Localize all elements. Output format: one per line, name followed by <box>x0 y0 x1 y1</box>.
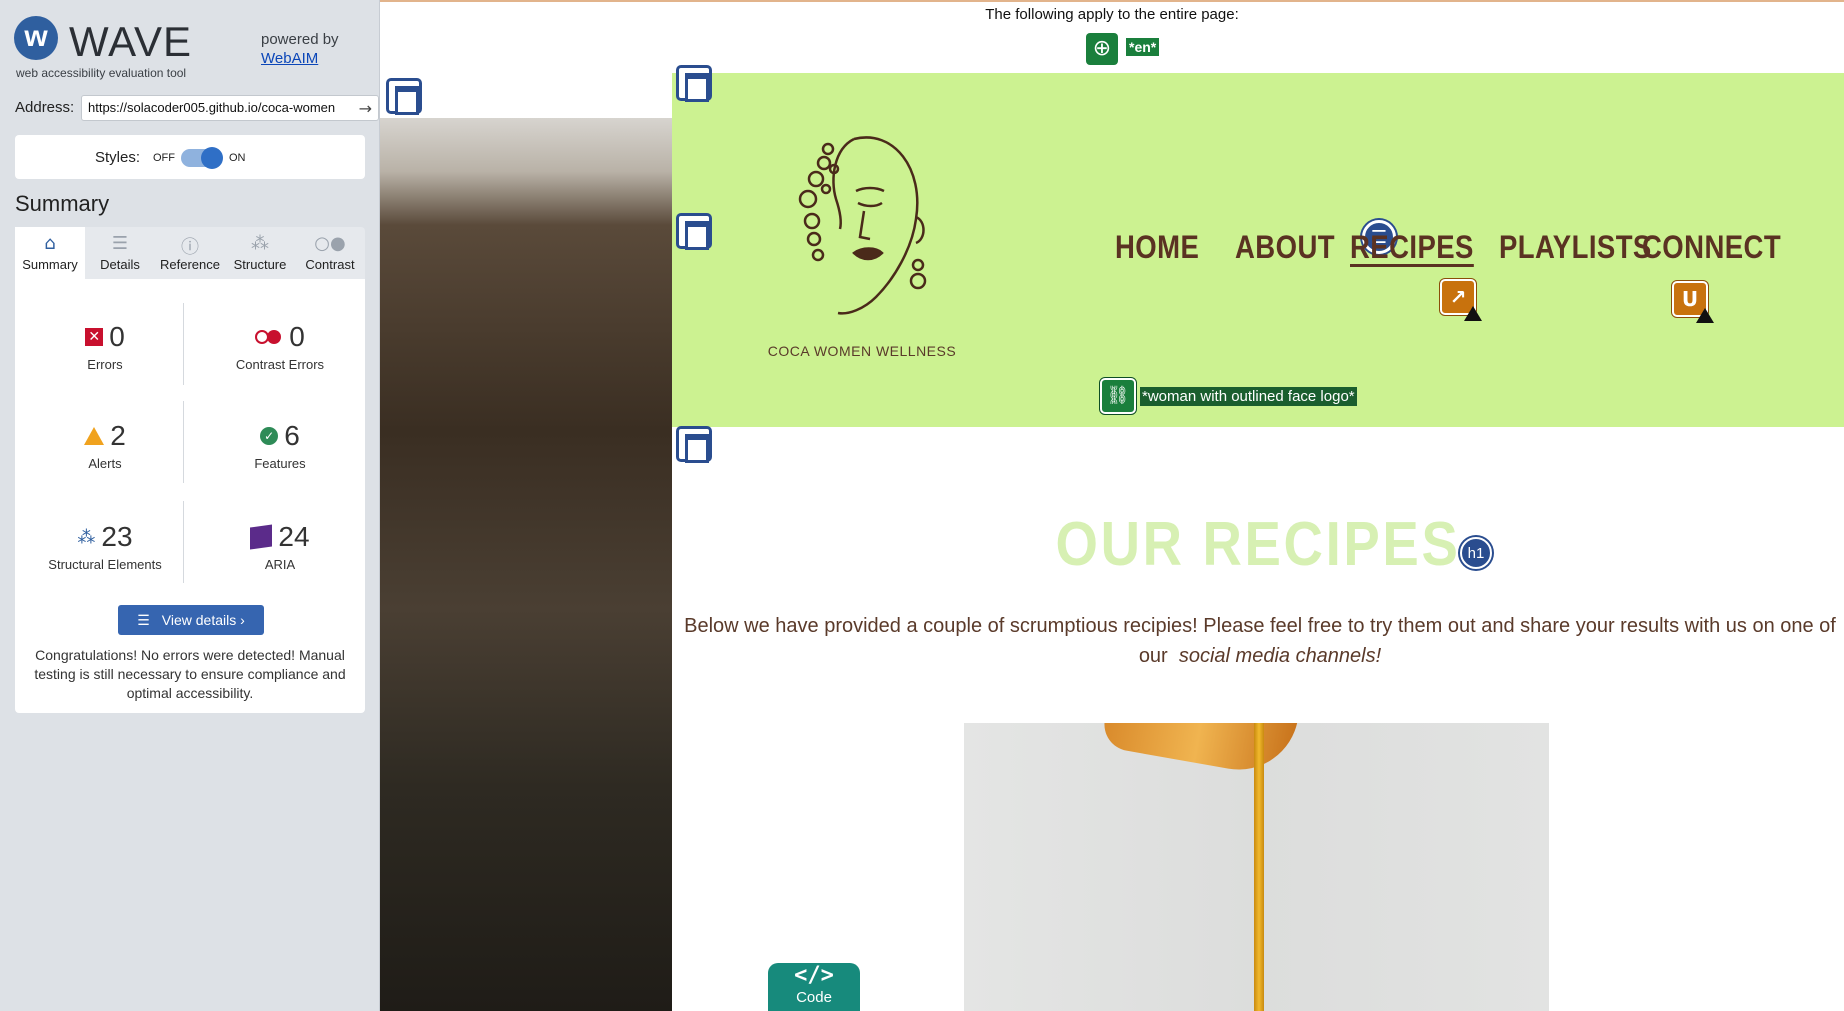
face-logo-image <box>798 136 927 315</box>
hero-gap <box>380 73 672 118</box>
wave-logo: w WAVE web accessibility evaluation tool… <box>14 16 374 84</box>
region-icon[interactable] <box>676 65 712 102</box>
hero-photo <box>380 118 672 1011</box>
alert-icon <box>84 427 105 445</box>
page-title: OUR RECIPES <box>1055 510 1461 579</box>
honey-stream-shape <box>1254 723 1264 1011</box>
styles-label: Styles: <box>95 149 141 166</box>
webaim-link[interactable]: WebAIM <box>261 50 318 67</box>
intro-paragraph: Below we have provided a couple of scrum… <box>678 611 1842 671</box>
panel-tabs: ⌂ Summary ☰ Details ⓘ Reference ⁂ Struct… <box>15 227 365 279</box>
tab-label: Details <box>100 257 140 272</box>
aria-icon <box>250 524 273 550</box>
stat-label: Errors <box>87 357 123 372</box>
stat-label: Contrast Errors <box>235 357 325 372</box>
stat-count: 24 <box>278 521 310 552</box>
toggle-knob <box>201 147 223 169</box>
structure-icon: ⁂ <box>77 526 96 548</box>
region-icon[interactable] <box>676 213 712 250</box>
wave-logo-text: WAVE <box>69 18 193 65</box>
styles-off-label: OFF <box>153 152 175 164</box>
address-input[interactable]: https://solacoder005.github.io/coca-wome… <box>81 95 379 121</box>
info-icon: ⓘ <box>181 237 199 258</box>
address-label: Address: <box>15 99 75 116</box>
nav-about[interactable]: ABOUT <box>1235 229 1335 266</box>
wave-logo-icon: w <box>14 16 58 60</box>
stat-contrast-errors[interactable]: 0 Contrast Errors <box>200 321 360 372</box>
language-label: *en* <box>1126 38 1160 56</box>
view-details-label: View details › <box>161 612 245 628</box>
redundant-link-alert-icon[interactable]: ↗ <box>1440 279 1482 321</box>
social-media-link[interactable]: social media channels! <box>1179 645 1381 667</box>
stat-structural[interactable]: ⁂ 23 Structural Elements <box>25 521 185 572</box>
stat-alerts[interactable]: 2 Alerts <box>25 420 185 471</box>
linked-image-icon[interactable]: ⛓ <box>1100 378 1136 414</box>
stat-count: 0 <box>289 321 305 352</box>
page-wide-note: The following apply to the entire page: <box>985 6 1239 23</box>
tab-contrast[interactable]: ○● Contrast <box>295 227 365 279</box>
nav-playlists[interactable]: PLAYLISTS <box>1499 229 1652 266</box>
wave-tagline: web accessibility evaluation tool <box>16 66 187 80</box>
nav-connect[interactable]: CONNECT <box>1642 229 1781 266</box>
congrats-message: Congratulations! No errors were detected… <box>34 647 346 701</box>
styles-on-label: ON <box>229 152 246 164</box>
powered-by: powered by WebAIM <box>261 30 339 68</box>
stat-features[interactable]: ✓ 6 Features <box>200 420 360 471</box>
region-icon[interactable] <box>676 426 712 463</box>
evaluated-page: The following apply to the entire page: … <box>380 0 1844 1011</box>
code-toggle-button[interactable]: </> Code <box>768 963 860 1011</box>
nav-home[interactable]: HOME <box>1115 229 1199 266</box>
summary-heading: Summary <box>15 191 110 216</box>
feature-check-icon: ✓ <box>260 427 279 445</box>
tab-label: Contrast <box>305 257 355 272</box>
stat-errors[interactable]: ✕ 0 Errors <box>25 321 185 372</box>
underline-alert-icon[interactable]: U <box>1672 281 1714 323</box>
tab-reference[interactable]: ⓘ Reference <box>155 227 225 279</box>
styles-toggle-box: Styles: OFF ON <box>15 135 365 179</box>
stat-label: Structural Elements <box>48 557 162 572</box>
region-icon[interactable] <box>386 78 422 115</box>
site-header: COCA WOMEN WELLNESS ☰ HOME ABOUT RECIPES… <box>672 65 1844 427</box>
contrast-icon: ○● <box>314 233 346 254</box>
home-icon: ⌂ <box>44 233 56 254</box>
tab-summary[interactable]: ⌂ Summary <box>15 227 85 279</box>
tab-label: Structure <box>233 257 287 272</box>
tab-label: Summary <box>22 257 78 272</box>
stat-label: Features <box>254 456 306 471</box>
contrast-error-icon <box>255 330 283 344</box>
stat-count: 2 <box>110 420 126 451</box>
code-icon: </> <box>794 963 834 988</box>
powered-by-label: powered by <box>261 31 339 48</box>
tab-label: Reference <box>160 257 220 272</box>
stat-label: ARIA <box>264 557 296 572</box>
hierarchy-icon: ⁂ <box>251 233 269 254</box>
language-globe-icon[interactable]: ⊕ <box>1086 33 1118 65</box>
address-bar: Address: https://solacoder005.github.io/… <box>15 95 379 121</box>
nav-recipes[interactable]: RECIPES <box>1350 229 1474 266</box>
list-icon: ☰ <box>111 233 129 254</box>
recipe-image <box>964 723 1549 1011</box>
code-label: Code <box>796 989 832 1006</box>
stat-label: Alerts <box>88 456 122 471</box>
styles-toggle[interactable] <box>181 147 223 169</box>
summary-panel: ✕ 0 Errors 0 Contrast Errors 2 Alerts ✓ 6 … <box>15 279 365 713</box>
stat-count: 6 <box>284 420 300 451</box>
tab-structure[interactable]: ⁂ Structure <box>225 227 295 279</box>
error-icon: ✕ <box>85 328 104 346</box>
stat-count: 23 <box>101 521 133 552</box>
stat-aria[interactable]: 24 ARIA <box>200 521 360 572</box>
list-icon: ☰ <box>137 612 150 628</box>
arrow-right-icon[interactable]: → <box>359 99 372 118</box>
tab-details[interactable]: ☰ Details <box>85 227 155 279</box>
wave-sidebar: w WAVE web accessibility evaluation tool… <box>0 0 380 1011</box>
view-details-button[interactable]: ☰ View details › <box>118 605 264 635</box>
logo-alt-text: *woman with outlined face logo* <box>1140 387 1357 406</box>
logo-caption: COCA WOMEN WELLNESS <box>767 343 957 359</box>
stat-count: 0 <box>109 321 125 352</box>
honey-cup-shape <box>1100 723 1298 780</box>
address-value: https://solacoder005.github.io/coca-wome… <box>88 100 336 115</box>
page-wide-bar: The following apply to the entire page: … <box>380 0 1844 73</box>
main-content: h1 OUR RECIPES Below we have provided a … <box>672 426 1844 1011</box>
